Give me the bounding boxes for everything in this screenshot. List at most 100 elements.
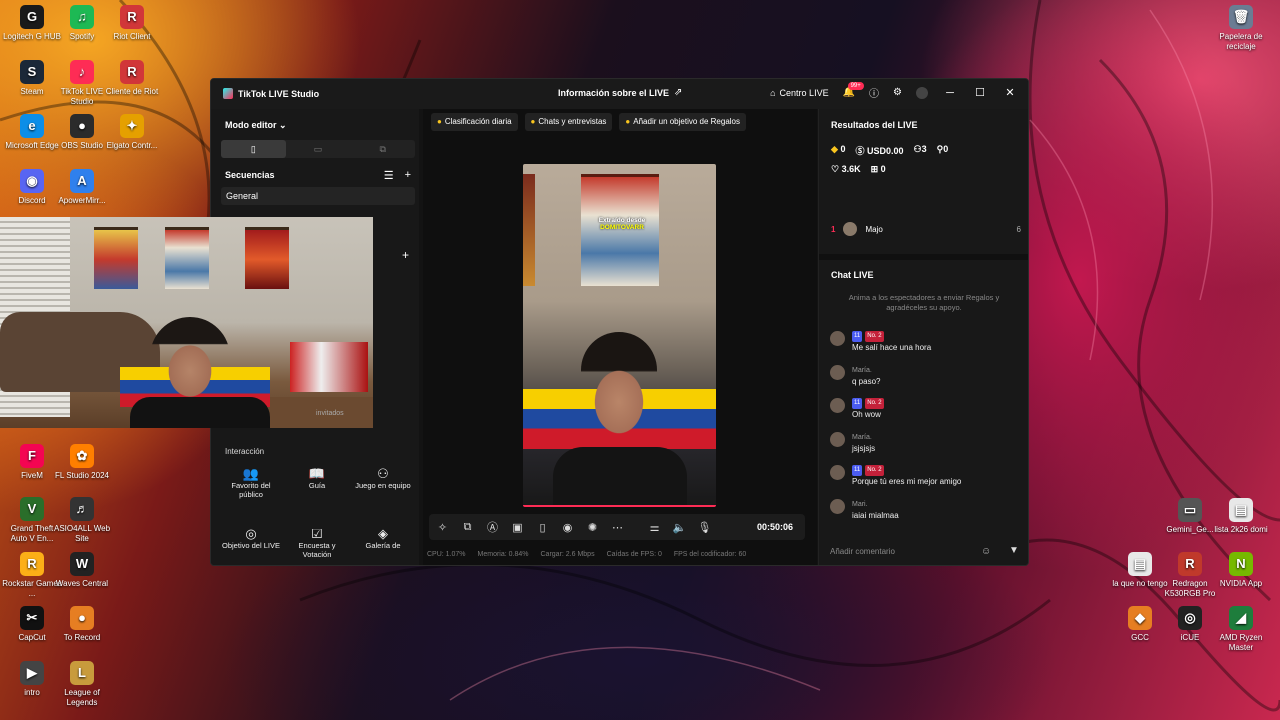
tile-guia[interactable]: 📖 Guía	[287, 467, 347, 519]
modo-editor-dropdown[interactable]: Modo editor ⌄	[225, 120, 287, 131]
message-meta: 11 No. 2	[852, 462, 1028, 476]
tile-juego[interactable]: ⚇ Juego en equipo	[353, 467, 413, 519]
mixer-icon[interactable]: ⚌	[647, 521, 662, 534]
magic-wand-icon[interactable]: ✧	[435, 521, 450, 534]
elgato-shortcut[interactable]: ✦ Elgato Contr...	[102, 114, 162, 151]
lol-shortcut[interactable]: L League of Legends	[52, 661, 112, 708]
recycle-bin-shortcut[interactable]: 🗑 Papelera de reciclaje	[1211, 5, 1271, 52]
chat-message[interactable]: 11 No. 2 Oh wow	[819, 395, 1028, 429]
microphone-icon[interactable]: 🎙	[697, 521, 712, 534]
asio-shortcut[interactable]: ♬ ASIO4ALL Web Site	[52, 497, 112, 544]
avatar	[843, 222, 858, 236]
shortcut-label: Grand Theft Auto V En...	[10, 524, 54, 543]
settings-gear-icon[interactable]: ⚙	[893, 87, 902, 98]
horizontal-layout-tab[interactable]: ▭	[286, 140, 351, 158]
record-shortcut[interactable]: ● To Record	[52, 606, 112, 643]
profile-avatar[interactable]	[916, 86, 928, 99]
apowermirror-shortcut[interactable]: A ApowerMirr...	[52, 169, 112, 206]
likes-count: 3.6K	[841, 164, 861, 174]
streamer-shirt	[130, 397, 270, 428]
shortcut-label: TikTok LIVE Studio	[60, 87, 104, 106]
tile-galeria[interactable]: ◈ Galería de	[353, 529, 413, 559]
capcut-icon: ✂	[20, 606, 44, 630]
record-icon[interactable]: ◉	[560, 521, 575, 534]
emoji-icon[interactable]: ☺	[981, 546, 991, 557]
centro-live-button[interactable]: ⌂ Centro LIVE	[770, 88, 828, 98]
tile-label: Encuesta y Votación	[298, 541, 336, 559]
poster-image	[165, 227, 209, 289]
shortcut-label: ApowerMirr...	[58, 196, 106, 205]
waves-shortcut[interactable]: W Waves Central	[52, 552, 112, 589]
more-icon[interactable]: ⋯	[610, 521, 625, 534]
minimize-button[interactable]: ─	[942, 87, 958, 99]
add-scene-icon[interactable]: +	[405, 169, 411, 182]
camera-effects-icon[interactable]: ✺	[585, 521, 600, 534]
notification-bell-icon[interactable]: 🔔 99+	[843, 82, 864, 98]
stream-preview[interactable]: Extraído desde DOMITOVARR	[523, 164, 716, 507]
riot-shortcut[interactable]: R Riot Client	[102, 5, 162, 42]
tile-objetivo[interactable]: ◎ Objetivo del LIVE	[221, 529, 281, 559]
ai-icon[interactable]: Ⓐ	[485, 519, 500, 535]
avatar	[830, 465, 845, 480]
tile-favorito[interactable]: 👥 Favorito del público	[221, 466, 281, 519]
edge-icon: e	[20, 114, 44, 138]
message-text: jajaj mialmaa	[852, 510, 899, 519]
overlay-username: DOMITOVARR	[600, 224, 644, 231]
riot-shortcut[interactable]: R Cliente de Riot	[102, 60, 162, 97]
help-icon[interactable]: ⓘ	[869, 85, 879, 100]
close-button[interactable]: ✕	[1002, 86, 1018, 99]
scene-item-general[interactable]: General	[221, 187, 415, 205]
webcam-overlay	[0, 217, 373, 428]
interaccion-heading: Interacción	[225, 447, 265, 456]
amd-shortcut[interactable]: ◢ AMD Ryzen Master	[1211, 606, 1271, 653]
message-text: Porque tú eres mi mejor amigo	[852, 477, 962, 486]
shortcut-label: intro	[24, 688, 40, 697]
chat-message[interactable]: 11 No. 2 Porque tú eres mi mejor amigo	[819, 462, 1028, 496]
speaker-icon[interactable]: 🔈	[672, 521, 687, 534]
username: María.	[852, 366, 872, 374]
tile-label: Juego en equipo	[355, 481, 411, 490]
dual-layout-tab[interactable]: ⧉	[350, 140, 415, 158]
asio-icon: ♬	[70, 497, 94, 521]
poster-image	[94, 227, 138, 289]
stat-cpu: CPU: 1.07%	[427, 551, 466, 558]
target-icon: ◎	[245, 529, 257, 541]
phone-icon[interactable]: ▯	[535, 521, 550, 534]
chats-entrevistas-button[interactable]: ● Chats y entrevistas	[524, 113, 613, 131]
flstudio-shortcut[interactable]: ✿ FL Studio 2024	[52, 444, 112, 481]
people-icon: 👥	[242, 466, 260, 481]
text-file-shortcut[interactable]: ▤ lista 2k26 domi	[1211, 498, 1271, 535]
list-icon[interactable]: ☰	[384, 169, 394, 182]
screen-share-icon[interactable]: ⧉	[460, 521, 475, 534]
maximize-button[interactable]: ☐	[972, 86, 988, 99]
nvidia-shortcut[interactable]: N NVIDIA App	[1211, 552, 1271, 589]
live-info-button[interactable]: Información sobre el LIVE	[558, 88, 669, 98]
top-viewer-row[interactable]: 1 Majo 6	[831, 222, 1021, 236]
chat-message[interactable]: Mari. jajaj mialmaa	[819, 496, 1028, 519]
chat-message[interactable]: 11 No. 2 Me salí hace una hora	[819, 328, 1028, 362]
chat-message[interactable]: María. q paso?	[819, 362, 1028, 396]
share-icon[interactable]: ⇗	[674, 87, 682, 98]
bulb-icon: ●	[625, 117, 631, 126]
chat-message[interactable]: María. jsjsjsjs	[819, 429, 1028, 463]
riot-icon: R	[120, 60, 144, 84]
message-text: Oh wow	[852, 410, 881, 419]
message-text: Me salí hace una hora	[852, 343, 932, 352]
steam-icon: S	[20, 60, 44, 84]
objetivo-regalos-button[interactable]: ● Añadir un objetivo de Regalos	[619, 113, 747, 131]
filter-icon[interactable]: ▼	[1009, 545, 1019, 556]
comment-input[interactable]: Añadir comentario	[827, 542, 1003, 562]
centro-live-label: Centro LIVE	[779, 87, 829, 98]
layout-tabs: ▯ ▭ ⧉	[221, 140, 415, 158]
clasificacion-diaria-button[interactable]: ● Clasificación diaria	[431, 113, 518, 131]
notification-badge: 99+	[847, 82, 864, 90]
shortcut-label: Riot Client	[113, 32, 151, 41]
shortcut-label: FiveM	[21, 471, 43, 480]
shortcut-label: AMD Ryzen Master	[1219, 633, 1263, 652]
tile-encuesta[interactable]: ☑ Encuesta y Votación	[287, 529, 347, 559]
gifts-stat: ⊞ 0	[871, 164, 886, 175]
level-badge: 11	[852, 465, 863, 476]
caption-icon[interactable]: ▣	[510, 521, 525, 534]
vertical-layout-tab[interactable]: ▯	[221, 140, 286, 158]
add-source-icon[interactable]: +	[402, 248, 409, 262]
